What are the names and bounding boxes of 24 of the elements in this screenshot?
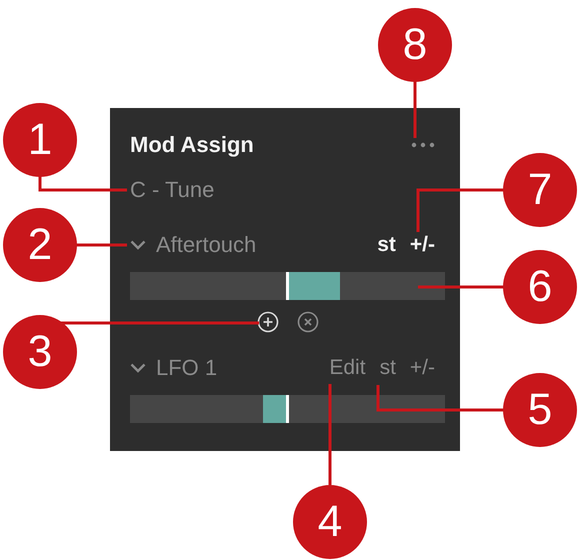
unit-toggle[interactable]: st [377,233,396,257]
chevron-down-icon[interactable] [130,240,146,250]
panel-title: Mod Assign [130,132,254,158]
chevron-down-icon[interactable] [130,363,146,373]
unit-toggle[interactable]: st [380,356,396,380]
more-options-icon[interactable] [411,142,435,148]
callout-badge: 4 [293,485,367,559]
source-name: LFO 1 [156,355,218,381]
source-name: Aftertouch [156,232,256,258]
edit-link[interactable]: Edit [329,356,366,380]
target-label: C - Tune [130,177,216,203]
callout-badge: 3 [3,315,77,389]
callout-badge: 5 [503,373,577,447]
add-icon[interactable] [256,311,278,333]
remove-icon[interactable] [296,311,318,333]
leader-line [414,80,416,138]
callout-badge: 8 [378,8,452,82]
callout-badge: 7 [503,153,577,227]
leader-line [75,244,127,246]
callout-badge: 6 [503,250,577,324]
callout-badge: 2 [3,208,77,282]
polarity-toggle[interactable]: +/- [410,356,435,380]
callout-badge: 1 [3,103,77,177]
polarity-toggle[interactable]: +/- [410,233,435,257]
